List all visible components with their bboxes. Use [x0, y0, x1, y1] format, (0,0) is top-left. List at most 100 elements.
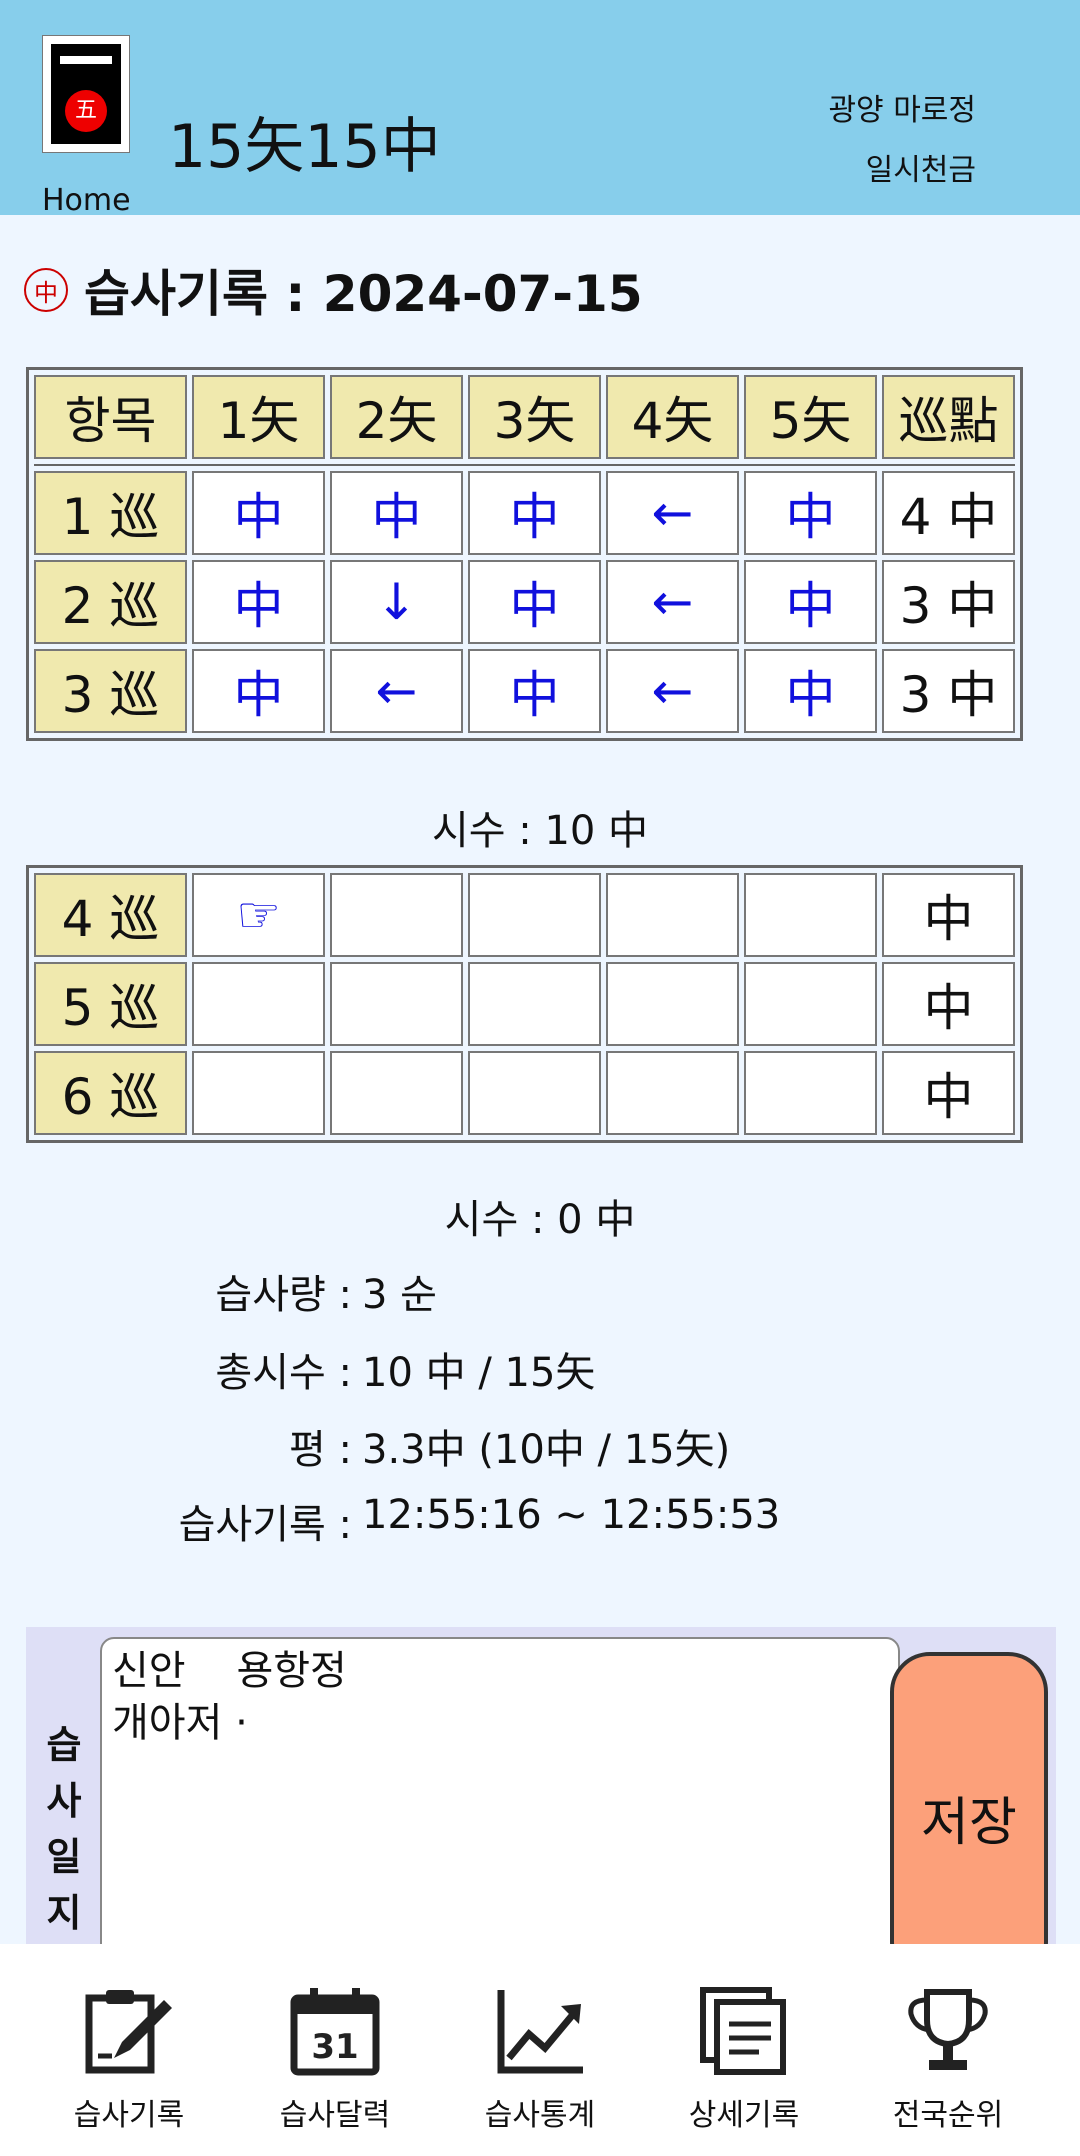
save-button[interactable]: 저장 — [890, 1652, 1048, 1947]
table-header-row: 항목 1矢 2矢 3矢 4矢 5矢 巡點 — [34, 375, 1015, 459]
table-row: 3 巡 中 ← 中 ← 中 3 中 — [34, 649, 1015, 733]
header-cell-arrow-5: 5矢 — [744, 375, 877, 459]
practice-diary: 습 사 일 지 신안 용항정 개아저 · 저장 — [26, 1627, 1056, 1947]
header-cell-arrow-2: 2矢 — [330, 375, 463, 459]
shot-cell[interactable]: 中 — [468, 649, 601, 733]
diary-textarea[interactable]: 신안 용항정 개아저 · — [100, 1637, 900, 1947]
shot-cell[interactable] — [606, 962, 739, 1046]
table-row: 5 巡 中 — [34, 962, 1015, 1046]
round-score: 中 — [882, 962, 1015, 1046]
seal-icon: 中 — [24, 268, 68, 312]
shot-cell[interactable] — [744, 962, 877, 1046]
stat-row: 평 : 3.3中 (10中 / 15矢) — [0, 1417, 1080, 1477]
stat-value: 3 순 — [362, 1272, 437, 1318]
shot-cell[interactable] — [330, 1051, 463, 1135]
place-name: 광양 마로정 — [828, 93, 976, 128]
shot-cell[interactable] — [606, 1051, 739, 1135]
nav-item-stats[interactable]: 습사통계 — [438, 1944, 642, 2156]
shot-cell[interactable]: 中 — [192, 560, 325, 644]
header-cell-arrow-4: 4矢 — [606, 375, 739, 459]
calendar-icon: 31 — [290, 1988, 380, 2076]
nav-label: 상세기록 — [688, 2098, 800, 2133]
diary-label: 습 사 일 지 — [46, 1723, 82, 1935]
home-label[interactable]: Home — [42, 183, 131, 218]
table-row: 1 巡 中 中 中 ← 中 4 中 — [34, 471, 1015, 555]
stat-row: 습사기록 : 12:55:16 ~ 12:55:53 — [0, 1492, 1080, 1552]
header-cell-score: 巡點 — [882, 375, 1015, 459]
table-row: 2 巡 中 ↓ 中 ← 中 3 中 — [34, 560, 1015, 644]
home-logo-button[interactable]: 五 — [42, 35, 130, 153]
header-divider — [34, 464, 1015, 466]
calendar-day: 31 — [311, 2027, 358, 2067]
round-score: 3 中 — [882, 649, 1015, 733]
shot-cell[interactable] — [606, 873, 739, 957]
shot-cell[interactable]: 中 — [744, 649, 877, 733]
shot-cell[interactable]: 中 — [192, 471, 325, 555]
score-table-1: 항목 1矢 2矢 3矢 4矢 5矢 巡點 1 巡 中 中 中 ← 中 4 中 2… — [26, 367, 1023, 741]
app-header: 五 15矢15中 Home 광양 마로정 일시천금 — [0, 0, 1080, 218]
stat-row: 총시수 : 10 中 / 15矢 — [0, 1340, 1080, 1400]
nav-item-ranking[interactable]: 전국순위 — [846, 1944, 1050, 2156]
shot-cell[interactable] — [468, 1051, 601, 1135]
stat-value: 12:55:16 ~ 12:55:53 — [362, 1492, 781, 1538]
stat-value: 3.3中 (10中 / 15矢) — [362, 1427, 731, 1473]
shot-cell[interactable] — [330, 873, 463, 957]
shot-cell[interactable]: 中 — [468, 471, 601, 555]
round-score: 中 — [882, 873, 1015, 957]
shot-cell[interactable] — [744, 1051, 877, 1135]
shot-cell[interactable] — [330, 962, 463, 1046]
shot-cell[interactable] — [192, 1051, 325, 1135]
header-cell-arrow-3: 3矢 — [468, 375, 601, 459]
shot-cell[interactable]: 中 — [468, 560, 601, 644]
shot-cell[interactable] — [468, 873, 601, 957]
set2-total: 시수 : 0 中 — [444, 1197, 636, 1243]
shot-cell[interactable]: 中 — [744, 560, 877, 644]
nav-item-record[interactable]: 습사기록 — [27, 1944, 231, 2156]
clipboard-pen-icon — [85, 1990, 172, 2074]
shot-cell[interactable]: ← — [606, 649, 739, 733]
line-chart-icon — [497, 1990, 583, 2074]
shot-cell[interactable]: 中 — [330, 471, 463, 555]
nav-label: 습사달력 — [279, 2098, 391, 2133]
round-label: 4 巡 — [34, 873, 187, 957]
round-score: 中 — [882, 1051, 1015, 1135]
stat-label: 평 : — [289, 1427, 352, 1473]
nav-item-calendar[interactable]: 31 습사달력 — [233, 1944, 437, 2156]
trophy-icon — [908, 1989, 988, 2070]
header-cell-arrow-1: 1矢 — [192, 375, 325, 459]
round-label: 1 巡 — [34, 471, 187, 555]
motto-text: 일시천금 — [865, 153, 976, 188]
record-title-row: 中 습사기록 : 2024-07-15 — [24, 260, 643, 323]
shot-cell[interactable]: ← — [606, 471, 739, 555]
stat-value: 10 中 / 15矢 — [362, 1350, 596, 1396]
shot-cell[interactable]: ↓ — [330, 560, 463, 644]
round-score: 3 中 — [882, 560, 1015, 644]
score-table-2: 4 巡 ☞ 中 5 巡 中 6 巡 中 — [26, 865, 1023, 1143]
nav-item-detail[interactable]: 상세기록 — [642, 1944, 846, 2156]
logo-icon: 五 — [51, 44, 121, 144]
nav-label: 전국순위 — [892, 2098, 1004, 2133]
round-label: 2 巡 — [34, 560, 187, 644]
shot-cell[interactable]: ← — [330, 649, 463, 733]
round-label: 6 巡 — [34, 1051, 187, 1135]
record-title: 습사기록 : 2024-07-15 — [84, 265, 643, 323]
round-label: 3 巡 — [34, 649, 187, 733]
shot-cell[interactable]: 中 — [744, 471, 877, 555]
documents-icon — [700, 1987, 786, 2075]
shot-cell[interactable] — [744, 873, 877, 957]
shot-cell[interactable] — [468, 962, 601, 1046]
shot-cell[interactable]: ← — [606, 560, 739, 644]
stat-label: 습사기록 : — [178, 1502, 352, 1548]
current-shot-pointer[interactable]: ☞ — [192, 873, 325, 957]
stat-label: 습사량 : — [215, 1272, 352, 1318]
app-title: 15矢15中 — [168, 112, 441, 182]
logo-char: 五 — [65, 90, 107, 132]
shot-cell[interactable]: 中 — [192, 649, 325, 733]
shot-cell[interactable] — [192, 962, 325, 1046]
nav-label: 습사통계 — [484, 2098, 596, 2133]
table-row: 6 巡 中 — [34, 1051, 1015, 1135]
round-score: 4 中 — [882, 471, 1015, 555]
stat-row: 습사량 : 3 순 — [0, 1262, 1080, 1322]
stat-label: 총시수 : — [215, 1350, 352, 1396]
table-row: 4 巡 ☞ 中 — [34, 873, 1015, 957]
